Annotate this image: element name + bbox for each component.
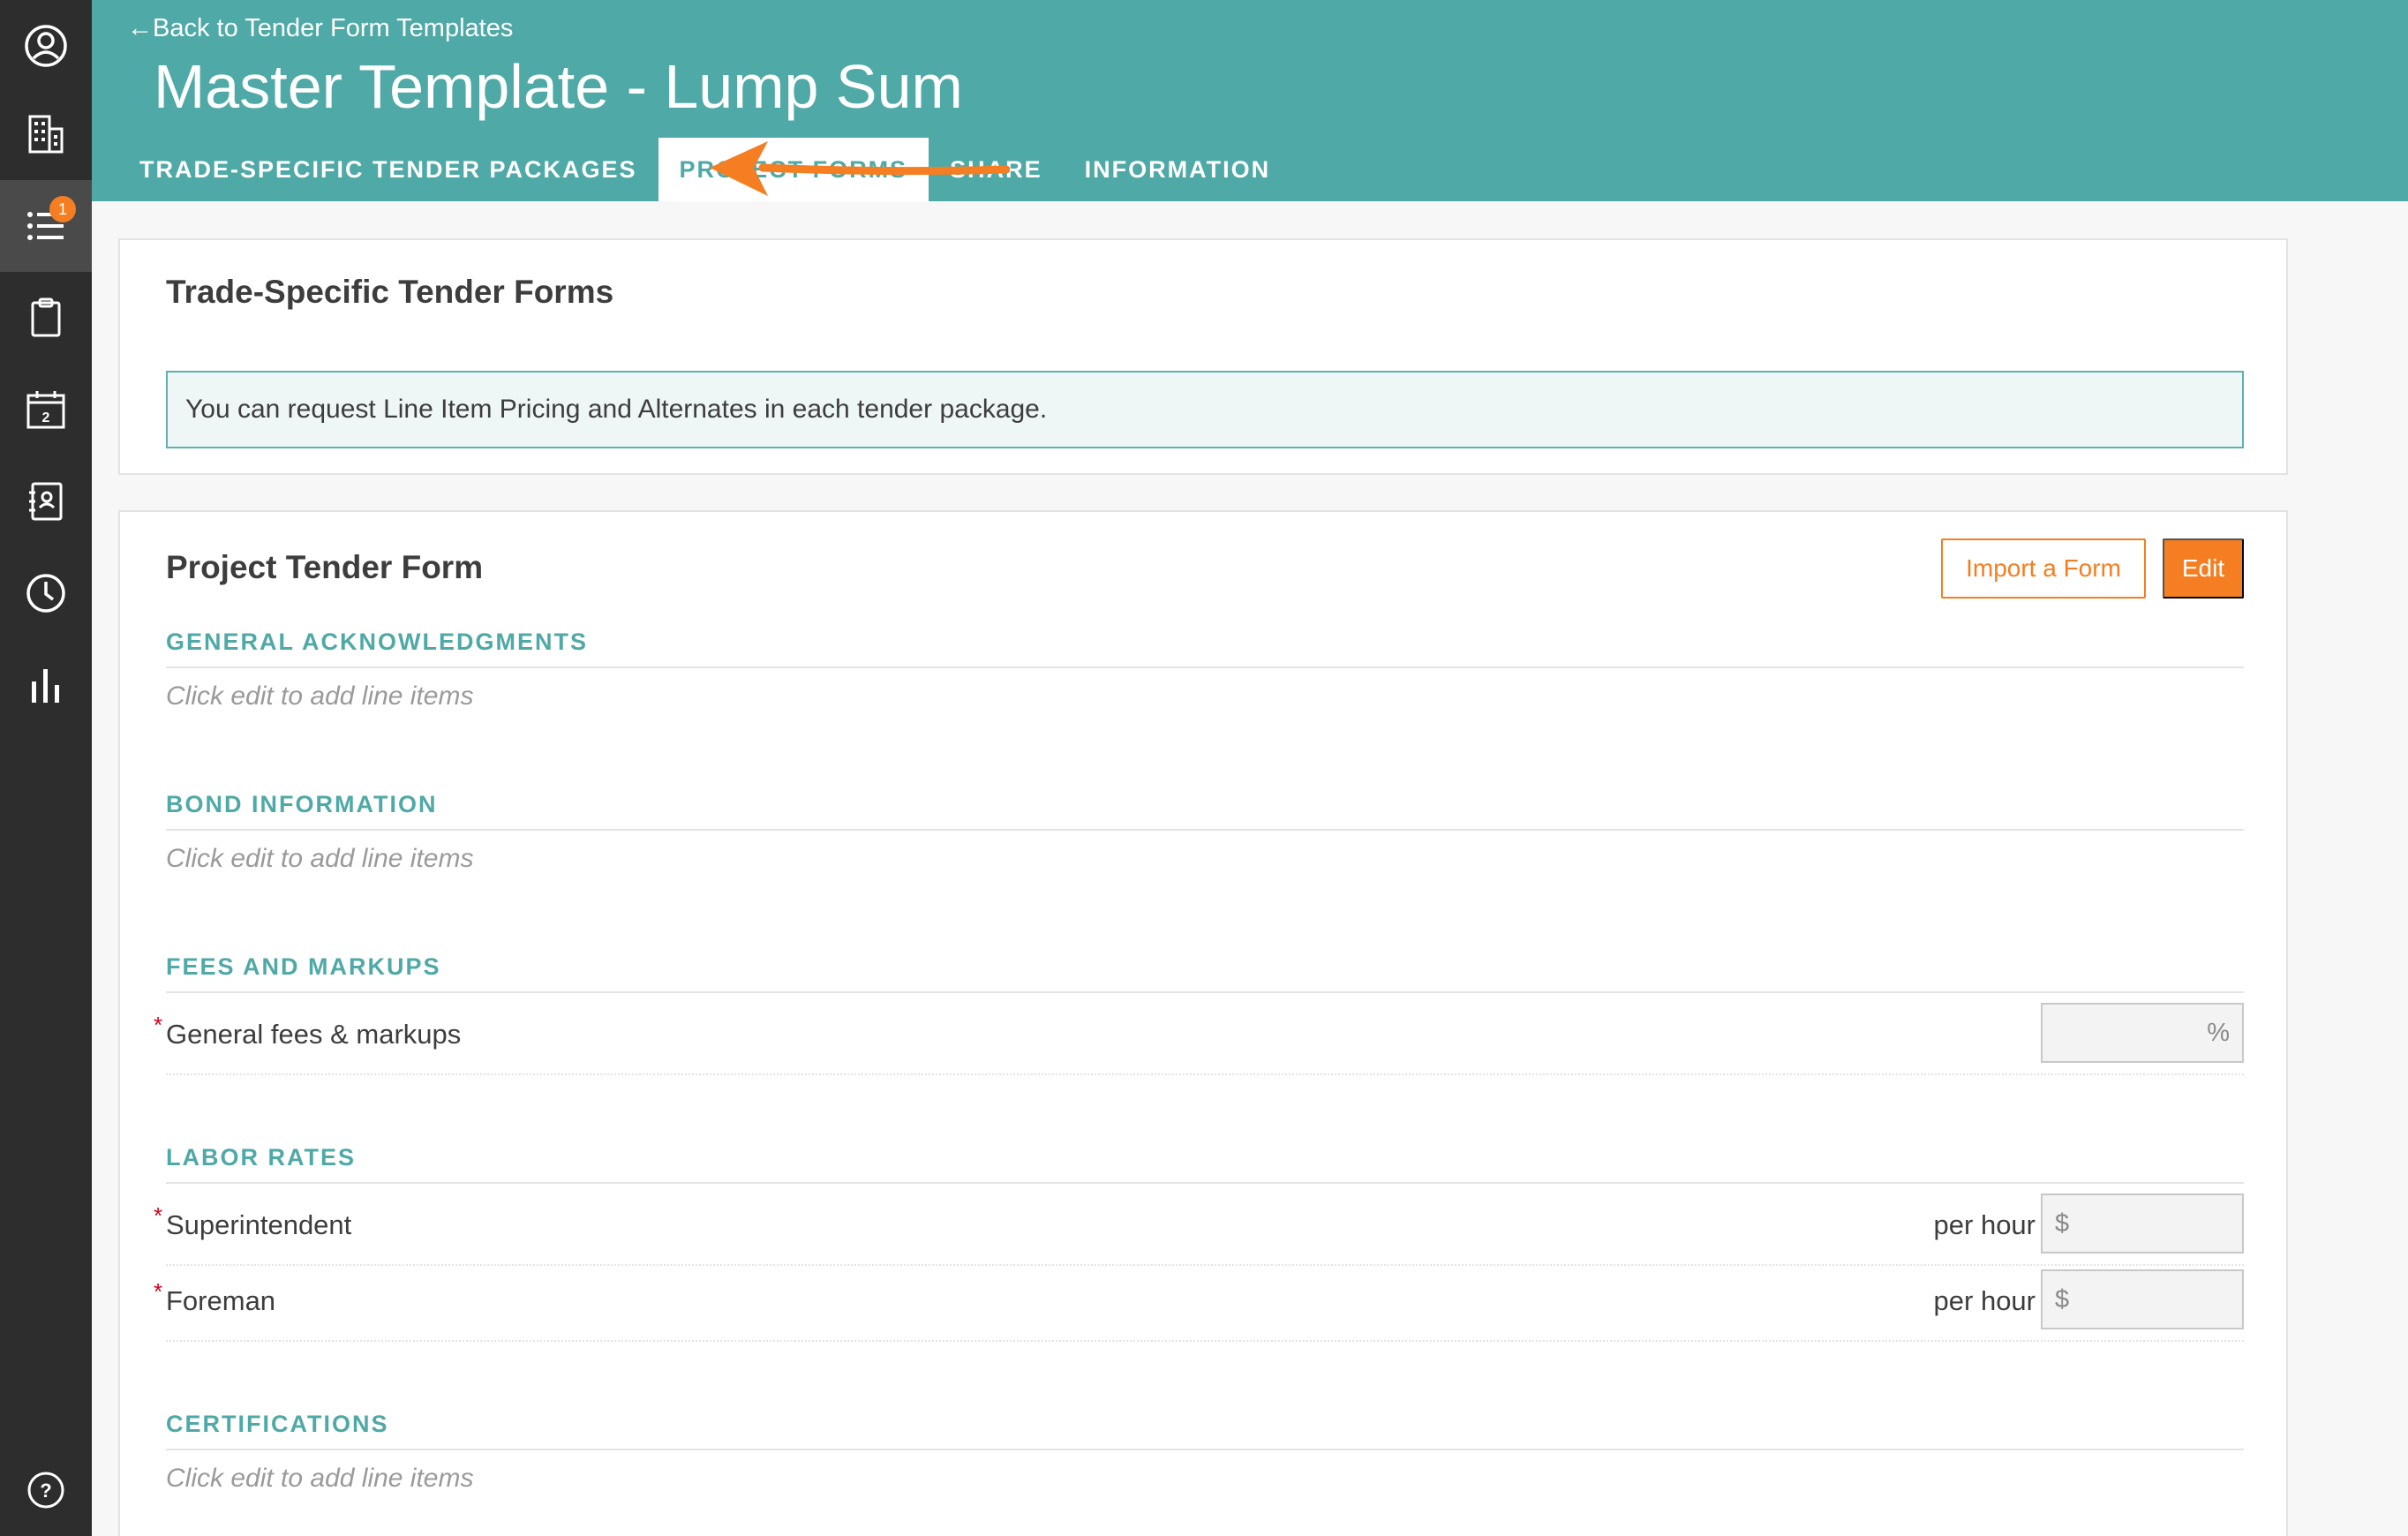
info-banner: You can request Line Item Pricing and Al…	[166, 371, 2244, 448]
percent-input[interactable]: %	[2041, 1003, 2244, 1063]
address-book-icon	[29, 482, 63, 521]
notification-badge: 1	[49, 196, 76, 222]
line-item-foreman: * Foreman per hour $	[154, 1268, 2244, 1342]
nav-company[interactable]	[0, 88, 92, 180]
line-item-general-fees: * General fees & markups %	[154, 1001, 2244, 1075]
project-form-card: Project Tender Form Import a Form Edit G…	[118, 510, 2288, 1536]
svg-text:?: ?	[40, 1480, 51, 1502]
tab-bar: TRADE-SPECIFIC TENDER PACKAGES PROJECT F…	[118, 138, 1291, 201]
calendar-day: 2	[42, 410, 50, 425]
annotation-arrow	[710, 141, 1010, 196]
nav-calendar[interactable]: 2	[0, 364, 92, 456]
nav-history[interactable]	[0, 547, 92, 639]
project-form-title: Project Tender Form	[166, 549, 484, 585]
nav-reports[interactable]	[0, 639, 92, 731]
nav-directory[interactable]	[0, 456, 92, 547]
import-form-button[interactable]: Import a Form	[1941, 538, 2146, 599]
rate-unit-label: per hour	[1933, 1209, 2036, 1240]
calendar-icon: 2	[26, 391, 65, 429]
clipboard-icon	[31, 297, 61, 337]
section-heading-certifications: CERTIFICATIONS	[166, 1411, 2244, 1450]
tab-trade-specific-packages[interactable]: TRADE-SPECIFIC TENDER PACKAGES	[118, 138, 658, 201]
required-marker: *	[154, 1278, 163, 1305]
help-icon: ?	[27, 1472, 64, 1509]
nav-tenders[interactable]: 1	[0, 180, 92, 272]
back-to-templates-link[interactable]: ←Back to Tender Form Templates	[127, 14, 513, 43]
section-heading-bond-information: BOND INFORMATION	[166, 791, 2244, 831]
line-item-label: Superintendent	[166, 1209, 352, 1240]
page-title: Master Template - Lump Sum	[154, 52, 963, 121]
profile-button[interactable]	[0, 0, 92, 92]
tab-information[interactable]: INFORMATION	[1064, 138, 1291, 201]
page-header: ←Back to Tender Form Templates Master Te…	[92, 0, 2408, 201]
required-marker: *	[154, 1012, 163, 1038]
line-item-label: General fees & markups	[166, 1019, 462, 1050]
nav-tasks[interactable]	[0, 272, 92, 364]
building-icon	[28, 115, 64, 154]
dollar-input[interactable]: $	[2041, 1269, 2244, 1329]
section-heading-general-acknowledgments: GENERAL ACKNOWLEDGMENTS	[166, 629, 2244, 668]
dollar-input[interactable]: $	[2041, 1193, 2244, 1254]
empty-line-items-hint: Click edit to add line items	[166, 1464, 474, 1493]
clock-icon	[26, 574, 65, 613]
required-marker: *	[154, 1202, 163, 1229]
help-button[interactable]: ?	[0, 1444, 92, 1536]
line-item-label: Foreman	[166, 1285, 276, 1316]
edit-button[interactable]: Edit	[2163, 538, 2244, 599]
empty-line-items-hint: Click edit to add line items	[166, 844, 474, 873]
trade-forms-card: Trade-Specific Tender Forms You can requ…	[118, 238, 2288, 475]
left-nav-rail: 1 2 ?	[0, 0, 92, 1536]
bar-chart-icon	[32, 669, 59, 703]
rate-unit-label: per hour	[1933, 1285, 2036, 1316]
user-circle-icon	[25, 25, 67, 67]
empty-line-items-hint: Click edit to add line items	[166, 681, 474, 711]
line-item-superintendent: * Superintendent per hour $	[154, 1192, 2244, 1266]
trade-forms-title: Trade-Specific Tender Forms	[166, 274, 614, 310]
section-heading-fees-and-markups: FEES AND MARKUPS	[166, 953, 2244, 993]
section-heading-labor-rates: LABOR RATES	[166, 1144, 2244, 1184]
